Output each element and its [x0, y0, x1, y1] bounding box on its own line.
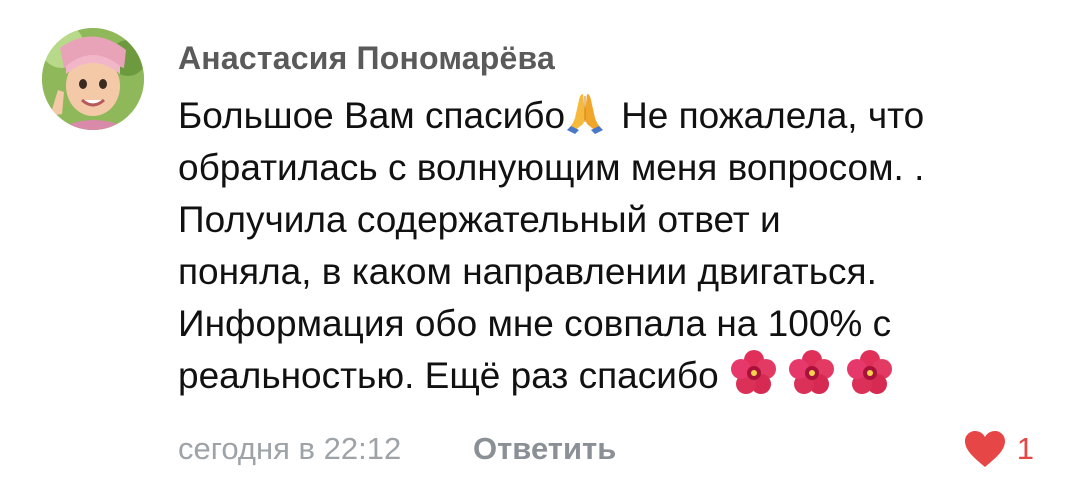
comment-line: Информация обо мне совпала на 100% с	[178, 303, 892, 344]
like-button[interactable]: 1	[963, 428, 1034, 470]
comment-line: поняла, в каком направлении двигаться.	[178, 251, 877, 292]
reply-button[interactable]: Ответить	[473, 428, 616, 470]
comment-line: обратилась с волнующим меня вопросом. .	[178, 147, 925, 188]
comment-timestamp: сегодня в 22:12	[178, 431, 402, 466]
comment-line: Получила содержательный ответ и	[178, 199, 781, 240]
comment-line-text: Не пожалела, что	[621, 95, 925, 136]
heart-icon[interactable]	[963, 429, 1007, 469]
comment: Анастасия Пономарёва Большое Вам спасибо…	[0, 0, 1080, 486]
comment-line: реальностью. Ещё раз спасибо	[178, 350, 1058, 402]
comment-line-text: реальностью. Ещё раз спасибо	[178, 355, 719, 396]
author-name[interactable]: Анастасия Пономарёва	[178, 38, 555, 78]
like-count: 1	[1016, 431, 1034, 466]
hibiscus-icon	[846, 350, 892, 394]
avatar[interactable]	[42, 28, 144, 130]
comment-line: Большое Вам спасибо Не пожалела, что	[178, 90, 1058, 142]
folded-hands-icon	[567, 94, 604, 134]
comment-line-text: Большое Вам спасибо	[178, 95, 566, 136]
hibiscus-icon	[788, 350, 834, 394]
comment-text: Большое Вам спасибо Не пожалела, что обр…	[178, 90, 1058, 402]
hibiscus-icon	[730, 350, 776, 394]
